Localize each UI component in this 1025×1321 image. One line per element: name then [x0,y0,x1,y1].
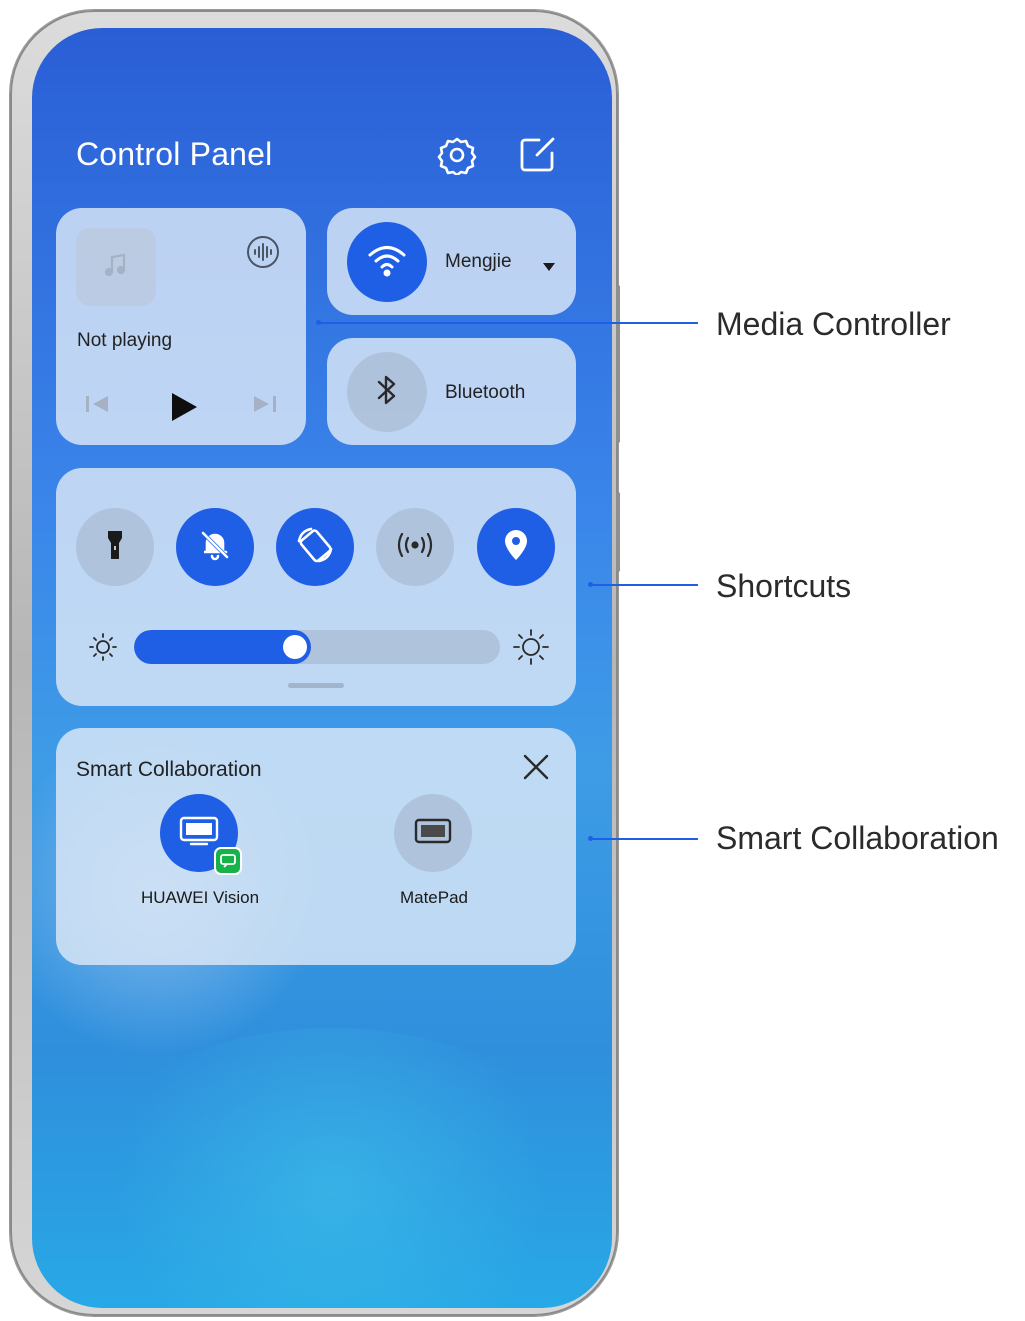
callout-line-collaboration [590,838,698,840]
auto-rotate-icon [295,525,335,570]
brightness-high-icon [512,628,550,671]
media-card[interactable]: Not playing [56,208,306,445]
auto-rotate-toggle[interactable] [276,508,354,586]
gear-icon[interactable] [437,135,477,177]
callout-shortcuts: Shortcuts [716,568,852,604]
close-icon[interactable] [522,753,550,786]
device-matepad[interactable] [394,794,472,872]
tablet-icon [413,817,453,850]
callout-media-controller: Media Controller [716,306,951,342]
hotspot-icon [395,532,435,562]
brightness-knob[interactable] [283,635,307,659]
bluetooth-label: Bluetooth [445,382,526,403]
play-icon[interactable] [169,391,199,428]
location-toggle[interactable] [477,508,555,586]
bell-off-icon [198,528,232,567]
page-title: Control Panel [76,136,273,172]
flashlight-toggle[interactable] [76,508,154,586]
album-art [76,228,156,306]
audio-output-icon[interactable] [245,234,281,275]
callout-line-shortcuts [590,584,698,586]
callout-smart-collaboration: Smart Collaboration [716,820,999,856]
brightness-slider[interactable] [134,630,500,664]
connected-badge-icon [216,849,240,873]
brightness-low-icon [88,632,118,667]
device-label-huawei-vision: HUAWEI Vision [140,888,260,907]
previous-icon[interactable] [84,393,110,420]
wifi-icon [367,243,407,282]
edit-icon[interactable] [517,135,557,175]
volume-button [616,285,620,443]
next-icon[interactable] [252,393,278,420]
wifi-card[interactable]: Mengjie [327,208,576,315]
device-label-matepad: MatePad [399,888,469,907]
callout-line-media [318,322,698,324]
tv-icon [179,816,219,851]
wifi-network-label: Mengjie [445,251,512,272]
music-note-icon [101,250,131,285]
location-icon [502,528,530,567]
collaboration-title: Smart Collaboration [76,758,262,781]
silent-toggle[interactable] [176,508,254,586]
bluetooth-card[interactable]: Bluetooth [327,338,576,445]
caret-down-icon[interactable] [543,258,555,276]
flashlight-icon [107,529,123,566]
wifi-toggle[interactable] [347,222,427,302]
expand-handle[interactable] [288,683,344,688]
bluetooth-icon [374,372,400,413]
collaboration-card: Smart Collaboration HUAWEI Vision MatePa… [56,728,576,965]
media-status: Not playing [77,330,173,351]
hotspot-toggle[interactable] [376,508,454,586]
bluetooth-toggle[interactable] [347,352,427,432]
shortcuts-card [56,468,576,706]
power-button [616,492,620,572]
